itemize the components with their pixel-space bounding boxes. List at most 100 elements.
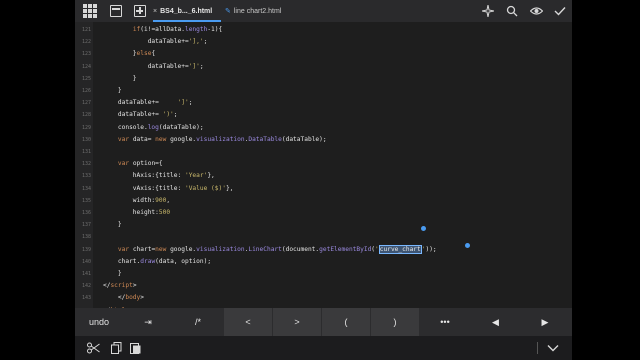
code-line[interactable]: 143 </body> [75,292,572,304]
cursor-right-button[interactable]: ▶ [520,308,570,336]
code-token: , [166,196,171,204]
code-text: vAxis:{title: 'Value ($)'}, [103,183,234,195]
line-number: 140 [81,258,91,265]
code-line[interactable]: 136 height:500 [75,207,572,219]
code-line[interactable]: 128 dataTable+= ')'; [75,109,572,121]
code-token: ']' [188,62,200,70]
code-line[interactable]: 132 var option={ [75,158,572,170]
code-line[interactable]: 140 chart.draw(data, option); [75,256,572,268]
line-number: 137 [81,222,91,229]
less-than-key-button[interactable]: < [223,308,272,336]
line-number: 132 [81,161,91,168]
search-icon[interactable] [500,0,524,22]
cursor-left-button[interactable]: ◀ [471,308,520,336]
code-line[interactable]: 130 var data= new google.visualization.D… [75,134,572,146]
selection-end-handle[interactable] [465,243,470,248]
code-line[interactable]: 141 } [75,268,572,280]
code-token: '],' [188,38,204,46]
code-line[interactable]: 131 [75,146,572,158]
code-token: script [110,282,133,290]
code-line[interactable]: 133 hAxis:{title: 'Year'}, [75,170,572,182]
paste-icon[interactable] [127,340,143,356]
code-line[interactable]: 138 [75,231,572,243]
code-token: ']' [177,99,189,107]
code-line[interactable]: 127 dataTable+= ']'; [75,97,572,109]
line-number: 126 [81,88,91,94]
line-number: 139 [81,246,91,253]
line-number: 122 [81,39,91,46]
code-line[interactable]: 126 } [75,85,572,97]
code-token: 500 [158,209,171,216]
code-token: else [136,50,152,58]
eye-icon[interactable] [524,0,548,22]
selection-start-handle[interactable] [421,226,426,231]
code-line[interactable]: 134 vAxis:{title: 'Value ($)'}, [75,183,572,195]
code-line[interactable]: 122 dataTable+='],'; [75,36,572,48]
code-token: (i!=allData. [140,26,185,33]
code-text: height:500 [103,207,170,219]
line-number: 131 [81,149,91,155]
code-token: new [155,245,167,253]
code-token: ; [203,38,208,46]
code-token: getElementById [319,245,372,253]
code-line[interactable]: 124 dataTable+=']'; [75,61,572,73]
code-text: var chart=new google.visualization.LineC… [103,244,437,256]
code-line[interactable]: 123 }else{ [75,48,572,60]
close-icon[interactable]: × [153,8,157,15]
code-token: 900 [155,196,167,204]
bottom-toolbar [75,336,572,360]
code-line[interactable]: 121 if(i!=allData.length-1){ [75,24,572,36]
code-token: var [117,135,130,143]
plus-icon[interactable] [132,3,148,19]
code-token: (data, option); [155,257,212,265]
tab-file-2[interactable]: ✎ line chart2.html [225,0,305,22]
sparkle-icon[interactable] [476,0,500,22]
code-text: var option={ [103,158,163,170]
grid-icon[interactable] [82,3,98,19]
tab-key-button[interactable]: ⇥ [123,308,173,336]
code-token: } [103,50,137,58]
line-number: 135 [81,197,91,204]
comment-key-button[interactable]: /* [173,308,223,336]
toolbar-actions [476,0,572,22]
left-paren-key-button[interactable]: ( [321,308,370,336]
tab-file-1[interactable]: × BS4_b..._6.html [153,0,221,22]
code-token: chart. [103,257,141,265]
code-token: google. [166,245,197,253]
code-line[interactable]: 125 } [75,73,572,85]
code-token: (dataTable); [281,135,327,143]
code-text: chart.draw(data, option); [103,256,211,268]
copy-icon[interactable] [108,340,124,356]
code-text: </body> [103,292,144,304]
code-line[interactable]: 135 width:900, [75,195,572,207]
more-keys-button[interactable]: ••• [419,308,471,336]
right-paren-key-button[interactable]: ) [370,308,419,336]
code-line[interactable]: 139 var chart=new google.visualization.L… [75,244,572,256]
shortcut-keybar: undo ⇥ /* < > ( ) ••• ◀ ▶ [75,308,572,336]
code-token: google. [166,135,197,143]
code-line[interactable]: 137 } [75,219,572,231]
chevron-down-icon[interactable] [545,340,561,356]
scissors-icon[interactable] [85,340,101,356]
code-token: </ [103,294,126,302]
greater-than-key-button[interactable]: > [272,308,321,336]
undo-button[interactable]: undo [75,308,123,336]
checkmark-icon[interactable] [548,0,572,22]
code-text: dataTable+=']'; [103,61,204,73]
code-text: width:900, [103,195,170,207]
code-token: -1){ [207,26,223,33]
code-token: vAxis:{title: [103,184,185,192]
code-line[interactable]: 142 </script> [75,280,572,292]
code-token: }, [207,172,215,180]
code-token: LineChart [248,245,282,253]
code-line[interactable]: 129 console.log(dataTable); [75,122,572,134]
code-editor[interactable]: 121 if(i!=allData.length-1){122 dataTabl… [75,22,572,308]
code-token: ; [199,62,204,70]
code-token: height: [103,209,159,216]
code-token: visualization [196,245,245,253]
folder-icon[interactable] [108,3,124,19]
code-token: console. [103,123,148,131]
code-token: { [151,50,156,58]
